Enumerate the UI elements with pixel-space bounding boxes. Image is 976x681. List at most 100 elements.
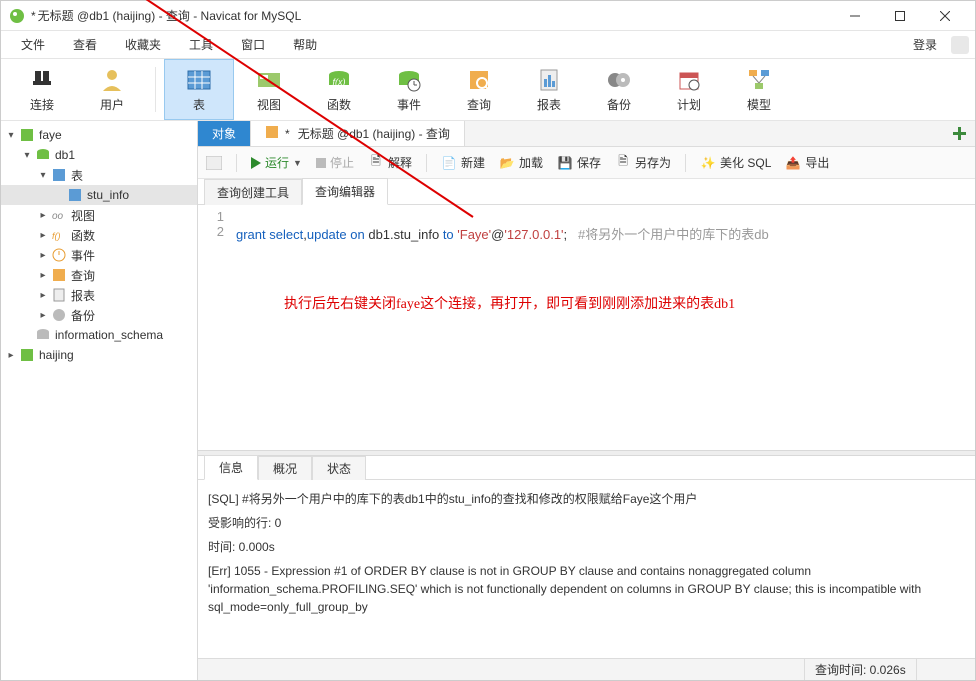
avatar-icon[interactable]: [951, 36, 969, 54]
close-button[interactable]: [922, 2, 967, 30]
run-button[interactable]: 运行▼: [251, 154, 302, 171]
plug-icon: [28, 66, 56, 94]
tree-conn-faye[interactable]: ▾faye: [1, 125, 197, 145]
toolbar-event[interactable]: 事件: [374, 59, 444, 120]
tree-db-db1[interactable]: ▾db1: [1, 145, 197, 165]
function-icon: f(x): [325, 66, 353, 94]
saveas-button[interactable]: 🗎另存为: [615, 154, 671, 171]
export-icon: 📤: [785, 155, 801, 171]
connection-icon: [19, 127, 35, 143]
stop-button[interactable]: 停止: [316, 154, 354, 171]
toolbar-backup[interactable]: 备份: [584, 59, 654, 120]
title-dirty-marker: *: [31, 9, 36, 23]
menu-view[interactable]: 查看: [59, 32, 111, 57]
query-icon: [465, 66, 493, 94]
tree-events[interactable]: ▸事件: [1, 245, 197, 265]
play-icon: [251, 157, 261, 169]
tree-backups[interactable]: ▸备份: [1, 305, 197, 325]
toolbar-table[interactable]: 表: [164, 59, 234, 120]
tree-functions[interactable]: ▸f()函数: [1, 225, 197, 245]
table-icon: [51, 167, 67, 183]
tree-table-stu-info[interactable]: stu_info: [1, 185, 197, 205]
model-icon: [745, 66, 773, 94]
results-tabs: 信息 概况 状态: [198, 456, 975, 480]
subtab-editor[interactable]: 查询编辑器: [302, 178, 388, 205]
query-tab-icon: [265, 125, 279, 142]
menubar: 文件 查看 收藏夹 工具 窗口 帮助 登录: [1, 31, 975, 59]
tab-objects[interactable]: 对象: [198, 121, 251, 146]
new-button[interactable]: 📄新建: [441, 154, 485, 171]
statusbar: 查询时间: 0.026s: [198, 658, 975, 680]
document-tabs: 对象 * 无标题 @db1 (haijing) - 查询: [198, 121, 975, 147]
editor-icon: [206, 156, 222, 170]
annotation-text: 执行后先右键关闭faye这个连接，再打开，即可看到刚刚添加进来的表db1: [284, 293, 735, 313]
toolbar-plan[interactable]: 计划: [654, 59, 724, 120]
window-title: 无标题 @db1 (haijing) - 查询 - Navicat for My…: [38, 7, 832, 24]
sql-editor[interactable]: 1 2 grant select,update on db1.stu_info …: [198, 205, 975, 450]
subtab-builder[interactable]: 查询创建工具: [204, 179, 302, 205]
load-icon: 📂: [499, 155, 515, 171]
tab-profile[interactable]: 概况: [258, 456, 312, 480]
toolbar-function[interactable]: f(x)函数: [304, 59, 374, 120]
svg-text:f(x): f(x): [333, 77, 346, 87]
explain-icon: 🗎: [368, 155, 384, 171]
report-icon: [535, 66, 563, 94]
svg-text:oo: oo: [52, 211, 64, 222]
beautify-button[interactable]: ✨美化 SQL: [700, 154, 771, 171]
tree-db-information-schema[interactable]: information_schema: [1, 325, 197, 345]
maximize-button[interactable]: [877, 2, 922, 30]
tab-query[interactable]: * 无标题 @db1 (haijing) - 查询: [251, 121, 465, 146]
menu-window[interactable]: 窗口: [227, 32, 279, 57]
saveas-icon: 🗎: [615, 155, 631, 171]
export-button[interactable]: 📤导出: [785, 154, 829, 171]
menu-tool[interactable]: 工具: [175, 32, 227, 57]
toolbar-connection[interactable]: 连接: [7, 59, 77, 120]
sql-code[interactable]: grant select,update on db1.stu_info to '…: [230, 205, 975, 450]
query-subtabs: 查询创建工具 查询编辑器: [198, 179, 975, 205]
tab-info[interactable]: 信息: [204, 455, 258, 480]
menu-fav[interactable]: 收藏夹: [111, 32, 175, 57]
svg-text:f(): f(): [52, 231, 61, 241]
explain-button[interactable]: 🗎解释: [368, 154, 412, 171]
table-icon: [67, 187, 83, 203]
backup-icon: [605, 66, 633, 94]
plan-icon: [675, 66, 703, 94]
toolbar-view[interactable]: 视图: [234, 59, 304, 120]
toolbar-query[interactable]: 查询: [444, 59, 514, 120]
minimize-button[interactable]: [832, 2, 877, 30]
output-line: 受影响的行: 0: [208, 514, 965, 532]
database-icon: [35, 327, 51, 343]
menu-help[interactable]: 帮助: [279, 32, 331, 57]
menu-file[interactable]: 文件: [7, 32, 59, 57]
view-icon: oo: [51, 207, 67, 223]
app-icon: [9, 8, 25, 24]
wand-icon: ✨: [700, 155, 716, 171]
output-panel[interactable]: [SQL] #将另外一个用户中的库下的表db1中的stu_info的查找和修改的…: [198, 480, 975, 658]
tab-status[interactable]: 状态: [312, 456, 366, 480]
backup-icon: [51, 307, 67, 323]
query-icon: [51, 267, 67, 283]
toolbar-model[interactable]: 模型: [724, 59, 794, 120]
connection-tree[interactable]: ▾faye ▾db1 ▾表 stu_info ▸oo视图 ▸f()函数 ▸事件 …: [1, 121, 198, 680]
new-icon: 📄: [441, 155, 457, 171]
tree-reports[interactable]: ▸报表: [1, 285, 197, 305]
user-icon: [98, 66, 126, 94]
tree-tables[interactable]: ▾表: [1, 165, 197, 185]
login-link[interactable]: 登录: [903, 32, 947, 57]
tree-queries[interactable]: ▸查询: [1, 265, 197, 285]
toolbar-user[interactable]: 用户: [77, 59, 147, 120]
table-icon: [185, 66, 213, 94]
output-line: 时间: 0.000s: [208, 538, 965, 556]
tree-views[interactable]: ▸oo视图: [1, 205, 197, 225]
toolbar-report[interactable]: 报表: [514, 59, 584, 120]
connection-icon: [19, 347, 35, 363]
event-icon: [395, 66, 423, 94]
output-line: [Err] 1055 - Expression #1 of ORDER BY c…: [208, 562, 965, 616]
tree-conn-haijing[interactable]: ▸haijing: [1, 345, 197, 365]
output-line: [SQL] #将另外一个用户中的库下的表db1中的stu_info的查找和修改的…: [208, 490, 965, 508]
line-gutter: 1 2: [198, 205, 230, 450]
save-button[interactable]: 💾保存: [557, 154, 601, 171]
new-tab-button[interactable]: [945, 121, 975, 146]
query-actionbar: 运行▼ 停止 🗎解释 📄新建 📂加载 💾保存 🗎另存为 ✨美化 SQL 📤导出: [198, 147, 975, 179]
load-button[interactable]: 📂加载: [499, 154, 543, 171]
